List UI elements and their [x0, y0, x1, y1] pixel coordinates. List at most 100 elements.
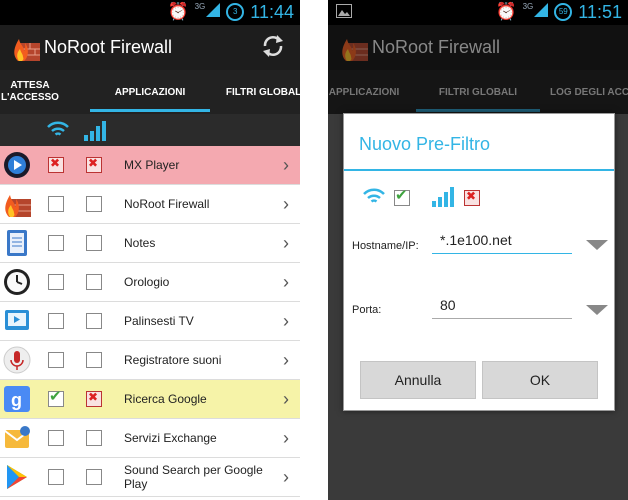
tv-guide-icon	[2, 306, 32, 336]
tab-global-filters[interactable]: FILTRI GLOBALI	[428, 70, 528, 114]
wifi-checkbox[interactable]	[48, 469, 64, 485]
battery-badge: 59	[554, 3, 573, 21]
ok-button[interactable]: OK	[482, 361, 598, 399]
dialog-divider	[344, 169, 614, 171]
wifi-checkbox[interactable]	[48, 196, 64, 212]
wifi-column-icon	[46, 119, 70, 144]
list-item[interactable]: MX Player ›	[0, 146, 300, 185]
list-item[interactable]: Registratore suoni ›	[0, 341, 300, 380]
app-title: NoRoot Firewall	[372, 37, 501, 57]
chevron-right-icon[interactable]: ›	[278, 428, 294, 449]
tab-bar: ATTESA L'ACCESSO APPLICAZIONI FILTRI GLO…	[0, 70, 300, 115]
app-name: Registratore suoni	[124, 353, 222, 367]
app-name: Ricerca Google	[124, 392, 207, 406]
signal-icon	[206, 2, 221, 22]
list-item[interactable]: Sound Search per Google Play ›	[0, 458, 300, 497]
chevron-right-icon[interactable]: ›	[278, 155, 294, 176]
mobile-checkbox[interactable]	[86, 235, 102, 251]
dialog-title: Nuovo Pre-Filtro	[359, 134, 491, 154]
refresh-icon[interactable]	[260, 33, 286, 64]
mobile-checkbox[interactable]	[86, 313, 102, 329]
app-name: Servizi Exchange	[124, 431, 217, 445]
wifi-checkbox[interactable]	[48, 352, 64, 368]
alarm-icon: ⏰	[495, 2, 517, 21]
mobile-checkbox[interactable]	[86, 274, 102, 290]
chevron-right-icon[interactable]: ›	[278, 233, 294, 254]
list-item[interactable]: g Ricerca Google ›	[0, 380, 300, 419]
list-item[interactable]: Palinsesti TV ›	[0, 302, 300, 341]
app-name: Sound Search per Google Play	[124, 463, 263, 491]
microphone-icon	[2, 345, 32, 375]
mobile-checkbox[interactable]	[464, 189, 480, 206]
network-type: 3G	[194, 1, 206, 11]
wifi-checkbox[interactable]	[48, 156, 64, 173]
network-type: 3G	[522, 1, 534, 11]
app-name: NoRoot Firewall	[124, 197, 210, 211]
wifi-checkbox[interactable]	[48, 235, 64, 251]
tab-applications[interactable]: APPLICAZIONI	[90, 70, 210, 114]
new-prefilter-dialog: Nuovo Pre-Filtro Hostnam	[343, 113, 615, 411]
wifi-checkbox[interactable]	[48, 387, 64, 407]
app-logo-icon	[342, 39, 368, 61]
app-name: Palinsesti TV	[124, 314, 194, 328]
notes-icon	[2, 228, 32, 258]
hostname-dropdown-icon[interactable]	[586, 240, 608, 250]
mobile-checkbox[interactable]	[86, 430, 102, 446]
hostname-field[interactable]: *.1e100.net	[432, 232, 572, 254]
active-tab-indicator	[416, 109, 540, 112]
clock-time: 11:44	[250, 1, 294, 22]
app-name: MX Player	[124, 158, 180, 172]
tab-pending-access[interactable]: ATTESA L'ACCESSO	[0, 70, 80, 114]
tab-global-filters[interactable]: FILTRI GLOBALI	[215, 70, 300, 114]
cancel-button[interactable]: Annulla	[360, 361, 476, 399]
mobile-data-icon	[432, 185, 456, 212]
list-item[interactable]: NoRoot Firewall ›	[0, 185, 300, 224]
wifi-checkbox[interactable]	[48, 430, 64, 446]
status-bar: ⏰ 3G 59 11:51	[328, 0, 628, 25]
exchange-icon	[2, 423, 32, 453]
tab-access-log[interactable]: LOG DEGLI ACCE	[550, 70, 628, 114]
chevron-right-icon[interactable]: ›	[278, 350, 294, 371]
mobile-data-column-icon	[84, 119, 108, 146]
chevron-right-icon[interactable]: ›	[278, 389, 294, 410]
clock-icon	[2, 267, 32, 297]
app-title: NoRoot Firewall	[44, 37, 173, 57]
column-header-bar	[0, 114, 300, 146]
right-screenshot: ⏰ 3G 59 11:51 NoRoot Firewall APPLICAZIO…	[328, 0, 628, 500]
wifi-checkbox[interactable]	[48, 313, 64, 329]
app-name: Orologio	[124, 275, 170, 289]
port-dropdown-icon[interactable]	[586, 305, 608, 315]
app-list: MX Player › NoRoot Firewall ›	[0, 146, 300, 500]
wifi-checkbox[interactable]	[394, 186, 410, 206]
wifi-icon	[362, 186, 386, 211]
list-item[interactable]: Servizi Exchange ›	[0, 419, 300, 458]
chevron-right-icon[interactable]: ›	[278, 194, 294, 215]
mobile-checkbox[interactable]	[86, 196, 102, 212]
action-bar: NoRoot Firewall	[328, 25, 628, 70]
play-store-icon	[2, 462, 32, 492]
dialog-network-toggles	[362, 186, 502, 210]
chevron-right-icon[interactable]: ›	[278, 311, 294, 332]
hostname-label: Hostname/IP:	[352, 240, 419, 252]
action-bar: NoRoot Firewall	[0, 25, 300, 70]
battery-badge: 3	[226, 3, 245, 21]
port-field[interactable]: 80	[432, 297, 572, 319]
left-screenshot: ⏰ 3G 3 11:44 NoRoot Firewall ATTESA L'AC…	[0, 0, 300, 500]
list-item[interactable]: Notes ›	[0, 224, 300, 263]
tab-bar: APPLICAZIONI FILTRI GLOBALI LOG DEGLI AC…	[328, 70, 628, 115]
mobile-checkbox[interactable]	[86, 390, 102, 407]
chevron-right-icon[interactable]: ›	[278, 272, 294, 293]
mobile-checkbox[interactable]	[86, 352, 102, 368]
mobile-checkbox[interactable]	[86, 469, 102, 485]
mobile-checkbox[interactable]	[86, 156, 102, 173]
list-item[interactable]: Orologio ›	[0, 263, 300, 302]
mx-player-icon	[2, 150, 32, 180]
active-tab-indicator	[90, 109, 210, 112]
firewall-icon	[2, 189, 32, 219]
tab-applications[interactable]: APPLICAZIONI	[328, 70, 404, 114]
wifi-checkbox[interactable]	[48, 274, 64, 290]
signal-icon	[534, 2, 549, 22]
alarm-icon: ⏰	[167, 2, 189, 21]
chevron-right-icon[interactable]: ›	[278, 467, 294, 488]
google-icon: g	[2, 384, 32, 414]
